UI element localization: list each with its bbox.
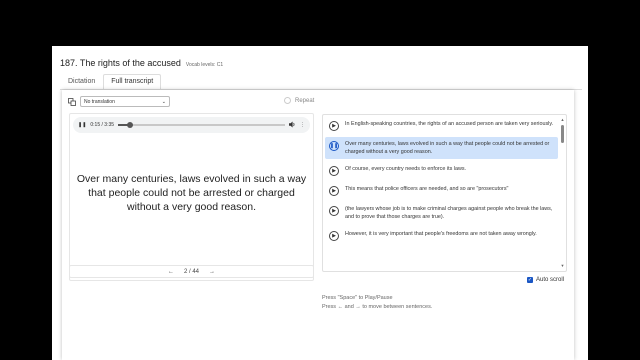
audio-seek-bar[interactable] bbox=[118, 122, 285, 128]
prev-sentence-button[interactable]: ← bbox=[168, 269, 174, 275]
translate-icon bbox=[68, 97, 76, 106]
transcript-item-text: In English-speaking countries, the right… bbox=[345, 121, 554, 127]
scrollbar-thumb[interactable] bbox=[561, 125, 564, 143]
repeat-label: Repeat bbox=[295, 97, 315, 104]
chevron-down-icon: ⌄ bbox=[161, 98, 166, 105]
transcript-item[interactable]: ▶ In English-speaking countries, the rig… bbox=[325, 117, 558, 134]
auto-scroll-label: Auto scroll bbox=[536, 277, 565, 283]
scrollbar[interactable]: ▲ ▼ bbox=[560, 117, 565, 269]
pause-icon[interactable]: ❚❚ bbox=[329, 141, 339, 151]
transcript-item-text: Of course, every country needs to enforc… bbox=[345, 166, 467, 172]
volume-icon[interactable] bbox=[289, 121, 296, 130]
play-icon[interactable]: ▶ bbox=[329, 121, 339, 131]
transcript-item[interactable]: ▶ This means that police officers are ne… bbox=[325, 182, 558, 199]
title-row: 187. The rights of the accused Vocab lev… bbox=[60, 58, 223, 68]
more-options-icon[interactable]: ⋮ bbox=[300, 122, 305, 128]
transcript-list: ▶ In English-speaking countries, the rig… bbox=[325, 117, 558, 247]
auto-scroll-toggle[interactable]: ✓ Auto scroll bbox=[527, 277, 564, 283]
tabs: Dictation Full transcript bbox=[60, 74, 162, 90]
pause-icon[interactable]: ❚❚ bbox=[78, 122, 86, 128]
transcript-item-text: (the lawyers whose job is to make crimin… bbox=[345, 206, 553, 220]
page: 187. The rights of the accused Vocab lev… bbox=[52, 46, 588, 360]
keyboard-hints: Press "Space" to Play/Pause Press ← and … bbox=[322, 294, 432, 312]
repeat-radio[interactable] bbox=[284, 97, 291, 104]
play-icon[interactable]: ▶ bbox=[329, 166, 339, 176]
auto-scroll-checkbox[interactable]: ✓ bbox=[527, 277, 533, 283]
scroll-down-icon[interactable]: ▼ bbox=[560, 263, 565, 269]
page-title: 187. The rights of the accused bbox=[60, 58, 181, 68]
transcript-panel: No translation ⌄ Repeat ❚❚ 0:15 / 3:35 ⋮ bbox=[62, 90, 574, 360]
transcript-list-container: ▶ In English-speaking countries, the rig… bbox=[322, 114, 567, 272]
transcript-item-active[interactable]: ❚❚ Over many centuries, laws evolved in … bbox=[325, 137, 558, 159]
hint-navigation: Press ← and → to move between sentences. bbox=[322, 304, 433, 310]
current-sentence: Over many centuries, laws evolved in suc… bbox=[76, 173, 307, 213]
play-icon[interactable]: ▶ bbox=[329, 206, 339, 216]
sentence-view: ❚❚ 0:15 / 3:35 ⋮ Over many centuries, la… bbox=[69, 113, 314, 281]
toolbar: No translation ⌄ bbox=[68, 96, 170, 107]
vocab-level: Vocab levels: C1 bbox=[185, 62, 224, 68]
transcript-item-text: This means that police officers are need… bbox=[345, 186, 509, 192]
play-icon[interactable]: ▶ bbox=[329, 186, 339, 196]
transcript-item[interactable]: ▶ (the lawyers whose job is to make crim… bbox=[325, 202, 558, 224]
transcript-item[interactable]: ▶ However, it is very important that peo… bbox=[325, 227, 558, 244]
scroll-up-icon[interactable]: ▲ bbox=[560, 117, 565, 123]
transcript-item-text: Over many centuries, laws evolved in suc… bbox=[345, 141, 550, 155]
sentence-position: 2 / 44 bbox=[183, 268, 199, 275]
tab-dictation[interactable]: Dictation bbox=[60, 74, 103, 90]
repeat-toggle[interactable]: Repeat bbox=[284, 97, 314, 104]
transcript-item-text: However, it is very important that peopl… bbox=[345, 231, 537, 237]
next-sentence-button[interactable]: → bbox=[209, 269, 215, 275]
translation-select[interactable]: No translation ⌄ bbox=[80, 96, 170, 107]
audio-time: 0:15 / 3:35 bbox=[90, 122, 115, 128]
translation-select-value: No translation bbox=[84, 98, 115, 105]
audio-player: ❚❚ 0:15 / 3:35 ⋮ bbox=[73, 117, 310, 133]
tab-full-transcript[interactable]: Full transcript bbox=[103, 74, 162, 90]
play-icon[interactable]: ▶ bbox=[329, 231, 339, 241]
audio-seek-handle[interactable] bbox=[126, 122, 133, 128]
transcript-item[interactable]: ▶ Of course, every country needs to enfo… bbox=[325, 162, 558, 179]
hint-play-pause: Press "Space" to Play/Pause bbox=[322, 295, 393, 301]
sentence-pager: ← 2 / 44 → bbox=[69, 265, 314, 278]
